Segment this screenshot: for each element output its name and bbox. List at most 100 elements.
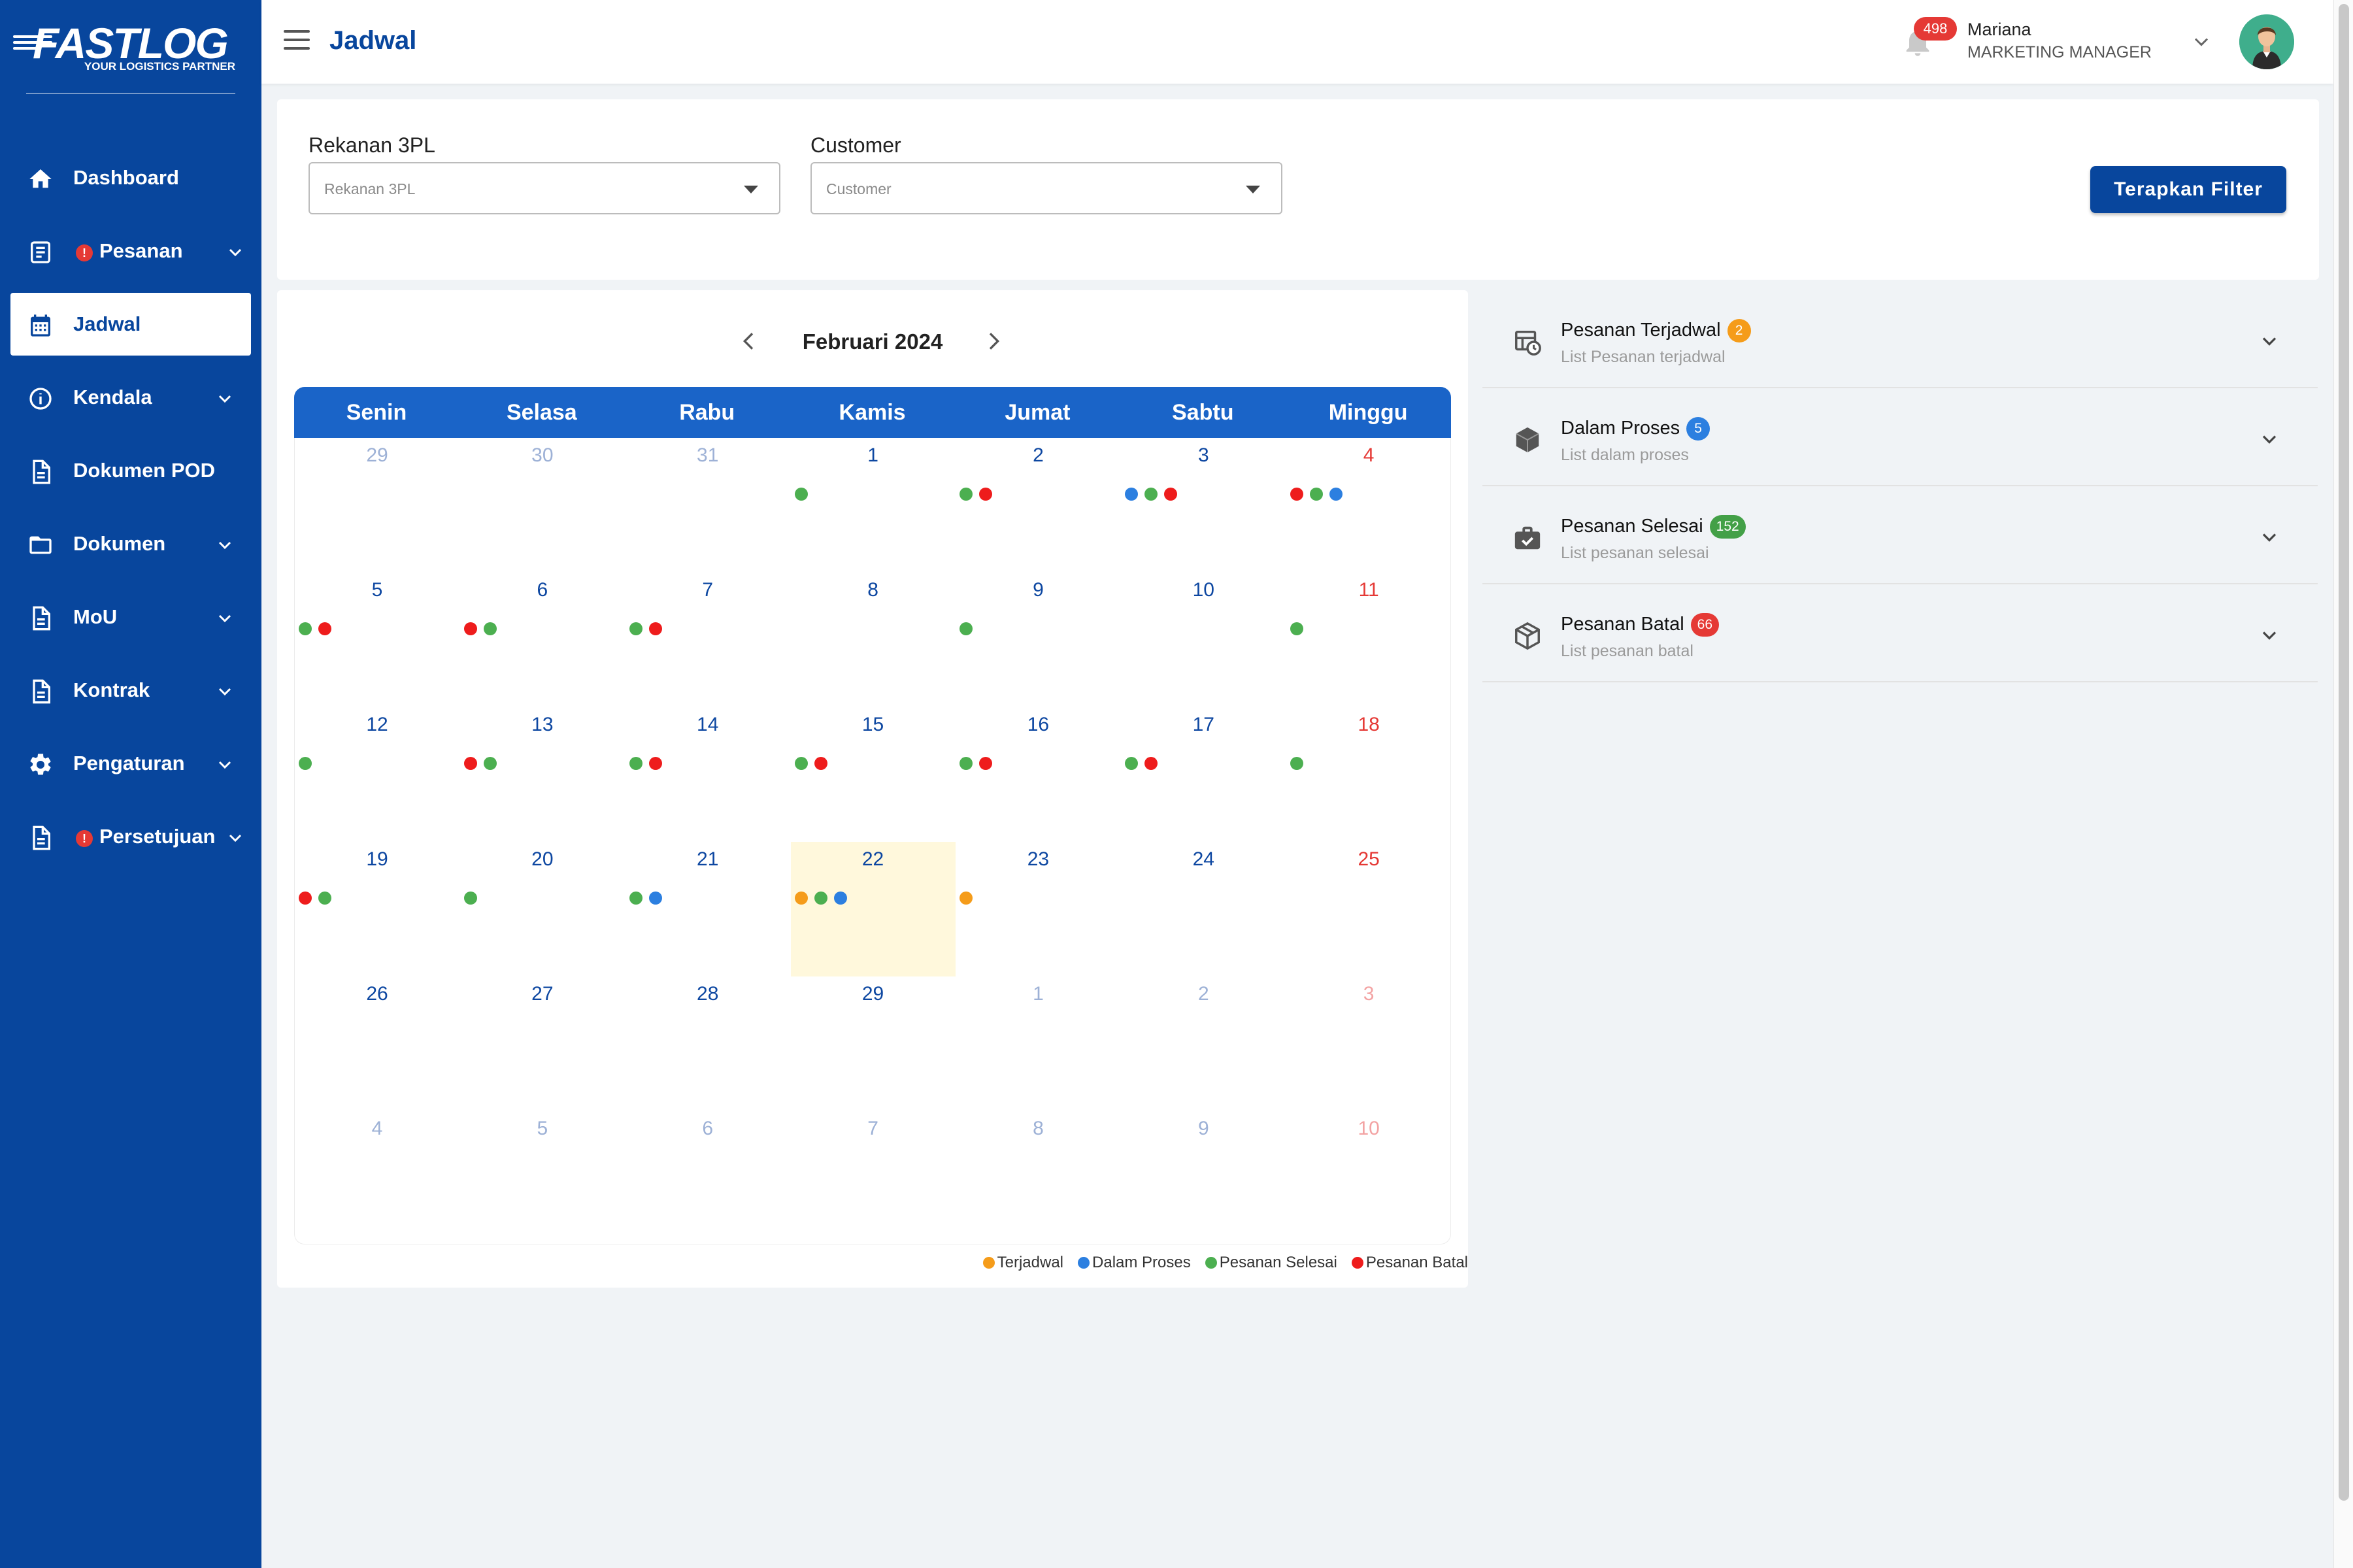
day-number: 2 [1197,983,1209,1005]
calendar-day[interactable]: 27 [460,976,625,1111]
chevron-down-icon[interactable] [2258,427,2281,451]
status-item-pesanan-selesai[interactable]: Pesanan Selesai 152 List pesanan selesai [1482,486,2318,584]
calendar-day[interactable]: 9 [1121,1111,1286,1246]
apply-filter-button[interactable]: Terapkan Filter [2090,166,2286,213]
calendar-day[interactable]: 28 [626,976,790,1111]
calendar-day[interactable]: 4 [1286,438,1451,573]
calendar-day[interactable]: 15 [791,707,956,842]
day-number: 17 [1192,714,1214,735]
rekanan-3pl-select[interactable]: Rekanan 3PL [309,162,780,214]
chevron-down-icon[interactable] [214,681,235,702]
calendar-day[interactable]: 7 [791,1111,956,1246]
day-number: 3 [1363,983,1375,1005]
user-menu-chevron-icon[interactable] [2190,30,2213,54]
calendar-day[interactable]: 1 [791,438,956,573]
sidebar-item-dokumen[interactable]: Dokumen [10,512,251,575]
customer-select[interactable]: Customer [810,162,1282,214]
scrollbar-thumb[interactable] [2339,4,2349,1501]
calendar-day[interactable]: 6 [626,1111,790,1246]
calendar-day[interactable]: 20 [460,842,625,976]
calendar-day[interactable]: 26 [295,976,459,1111]
sidebar-item-persetujuan[interactable]: ! Persetujuan [10,805,251,868]
calendar-day[interactable]: 9 [956,573,1120,707]
calendar-day[interactable]: 31 [626,438,790,573]
calendar-day[interactable]: 29 [295,438,459,573]
day-number: 9 [1197,1118,1209,1139]
chevron-down-icon[interactable] [225,242,246,263]
sidebar-item-kendala[interactable]: Kendala [10,366,251,429]
event-dot-done [483,757,497,770]
calendar-day[interactable]: 14 [626,707,790,842]
calendar-day[interactable]: 6 [460,573,625,707]
day-number: 1 [867,444,878,466]
status-item-dalam-proses[interactable]: Dalam Proses 5 List dalam proses [1482,388,2318,486]
fastlog-logo[interactable]: FASTLOG YOUR LOGISTICS PARTNER [13,18,235,77]
calendar-day[interactable]: 30 [460,438,625,573]
user-avatar[interactable] [2239,14,2294,69]
event-dot-cancel [463,757,477,770]
calendar-day[interactable]: 8 [791,573,956,707]
calendar-day-today[interactable]: 22 [790,842,956,976]
calendar-day[interactable]: 24 [1121,842,1286,976]
event-dot-cancel [299,892,312,905]
calendar-day[interactable]: 10 [1121,573,1286,707]
calendar-day[interactable]: 23 [956,842,1120,976]
sidebar-item-mou[interactable]: MoU [10,586,251,648]
legend-item-sched: Terjadwal [982,1254,1063,1272]
user-role: MARKETING MANAGER [1967,43,2152,61]
status-count-badge: 2 [1727,319,1751,342]
event-dot-cancel [1144,757,1158,770]
calendar-day[interactable]: 21 [626,842,790,976]
event-dots [299,892,338,906]
status-item-pesanan-batal[interactable]: Pesanan Batal 66 List pesanan batal [1482,584,2318,682]
status-title: Pesanan Terjadwal 2 [1561,319,1751,342]
sidebar-item-dokumen-pod[interactable]: Dokumen POD [10,439,251,502]
calendar-day[interactable]: 17 [1121,707,1286,842]
prev-month-chevron-icon[interactable] [736,328,762,354]
chevron-down-icon[interactable] [214,754,235,775]
chevron-down-icon[interactable] [214,608,235,629]
calendar-day[interactable]: 13 [460,707,625,842]
sidebar-item-pengaturan[interactable]: Pengaturan [10,732,251,795]
next-month-chevron-icon[interactable] [980,328,1007,354]
page-scrollbar[interactable] [2333,0,2353,1568]
sidebar-item-dashboard[interactable]: Dashboard [10,146,251,209]
chevron-down-icon[interactable] [2258,329,2281,353]
chevron-down-icon[interactable] [2258,624,2281,647]
calendar-day[interactable]: 1 [956,976,1120,1111]
calendar-day[interactable]: 19 [295,842,459,976]
status-item-pesanan-terjadwal[interactable]: Pesanan Terjadwal 2 List Pesanan terjadwal [1482,290,2318,388]
chevron-down-icon[interactable] [214,535,235,556]
calendar-day[interactable]: 10 [1286,1111,1451,1246]
event-dot-done [483,622,497,635]
hamburger-menu-icon[interactable] [284,30,310,54]
calendar-day[interactable]: 5 [295,573,459,707]
sidebar-item-label: Kendala [73,386,152,409]
calendar-day[interactable]: 2 [956,438,1120,573]
calendar-day[interactable]: 25 [1286,842,1451,976]
calendar-day[interactable]: 29 [791,976,956,1111]
calendar-day[interactable]: 8 [956,1111,1120,1246]
event-dots [794,488,814,502]
chevron-down-icon[interactable] [214,388,235,409]
calendar-day[interactable]: 3 [1286,976,1451,1111]
calendar-day[interactable]: 4 [295,1111,459,1246]
chevron-down-icon[interactable] [2258,525,2281,549]
sidebar-item-jadwal[interactable]: Jadwal [10,293,251,356]
calendar-day[interactable]: 18 [1286,707,1451,842]
calendar-day[interactable]: 7 [626,573,790,707]
calendar-day[interactable]: 12 [295,707,459,842]
calendar-day[interactable]: 11 [1286,573,1451,707]
chevron-down-icon[interactable] [225,827,246,848]
calendar-day[interactable]: 3 [1121,438,1286,573]
day-number: 10 [1358,1118,1380,1139]
calendar-day[interactable]: 16 [956,707,1120,842]
sidebar-item-label: Persetujuan [99,825,216,848]
calendar-day[interactable]: 2 [1121,976,1286,1111]
sidebar-item-kontrak[interactable]: Kontrak [10,659,251,722]
calendar-day[interactable]: 5 [460,1111,625,1246]
weekday-rabu: Rabu [679,400,735,425]
sidebar-item-pesanan[interactable]: ! Pesanan [10,220,251,282]
event-dots [299,622,338,637]
logo-tagline: YOUR LOGISTICS PARTNER [84,60,235,73]
